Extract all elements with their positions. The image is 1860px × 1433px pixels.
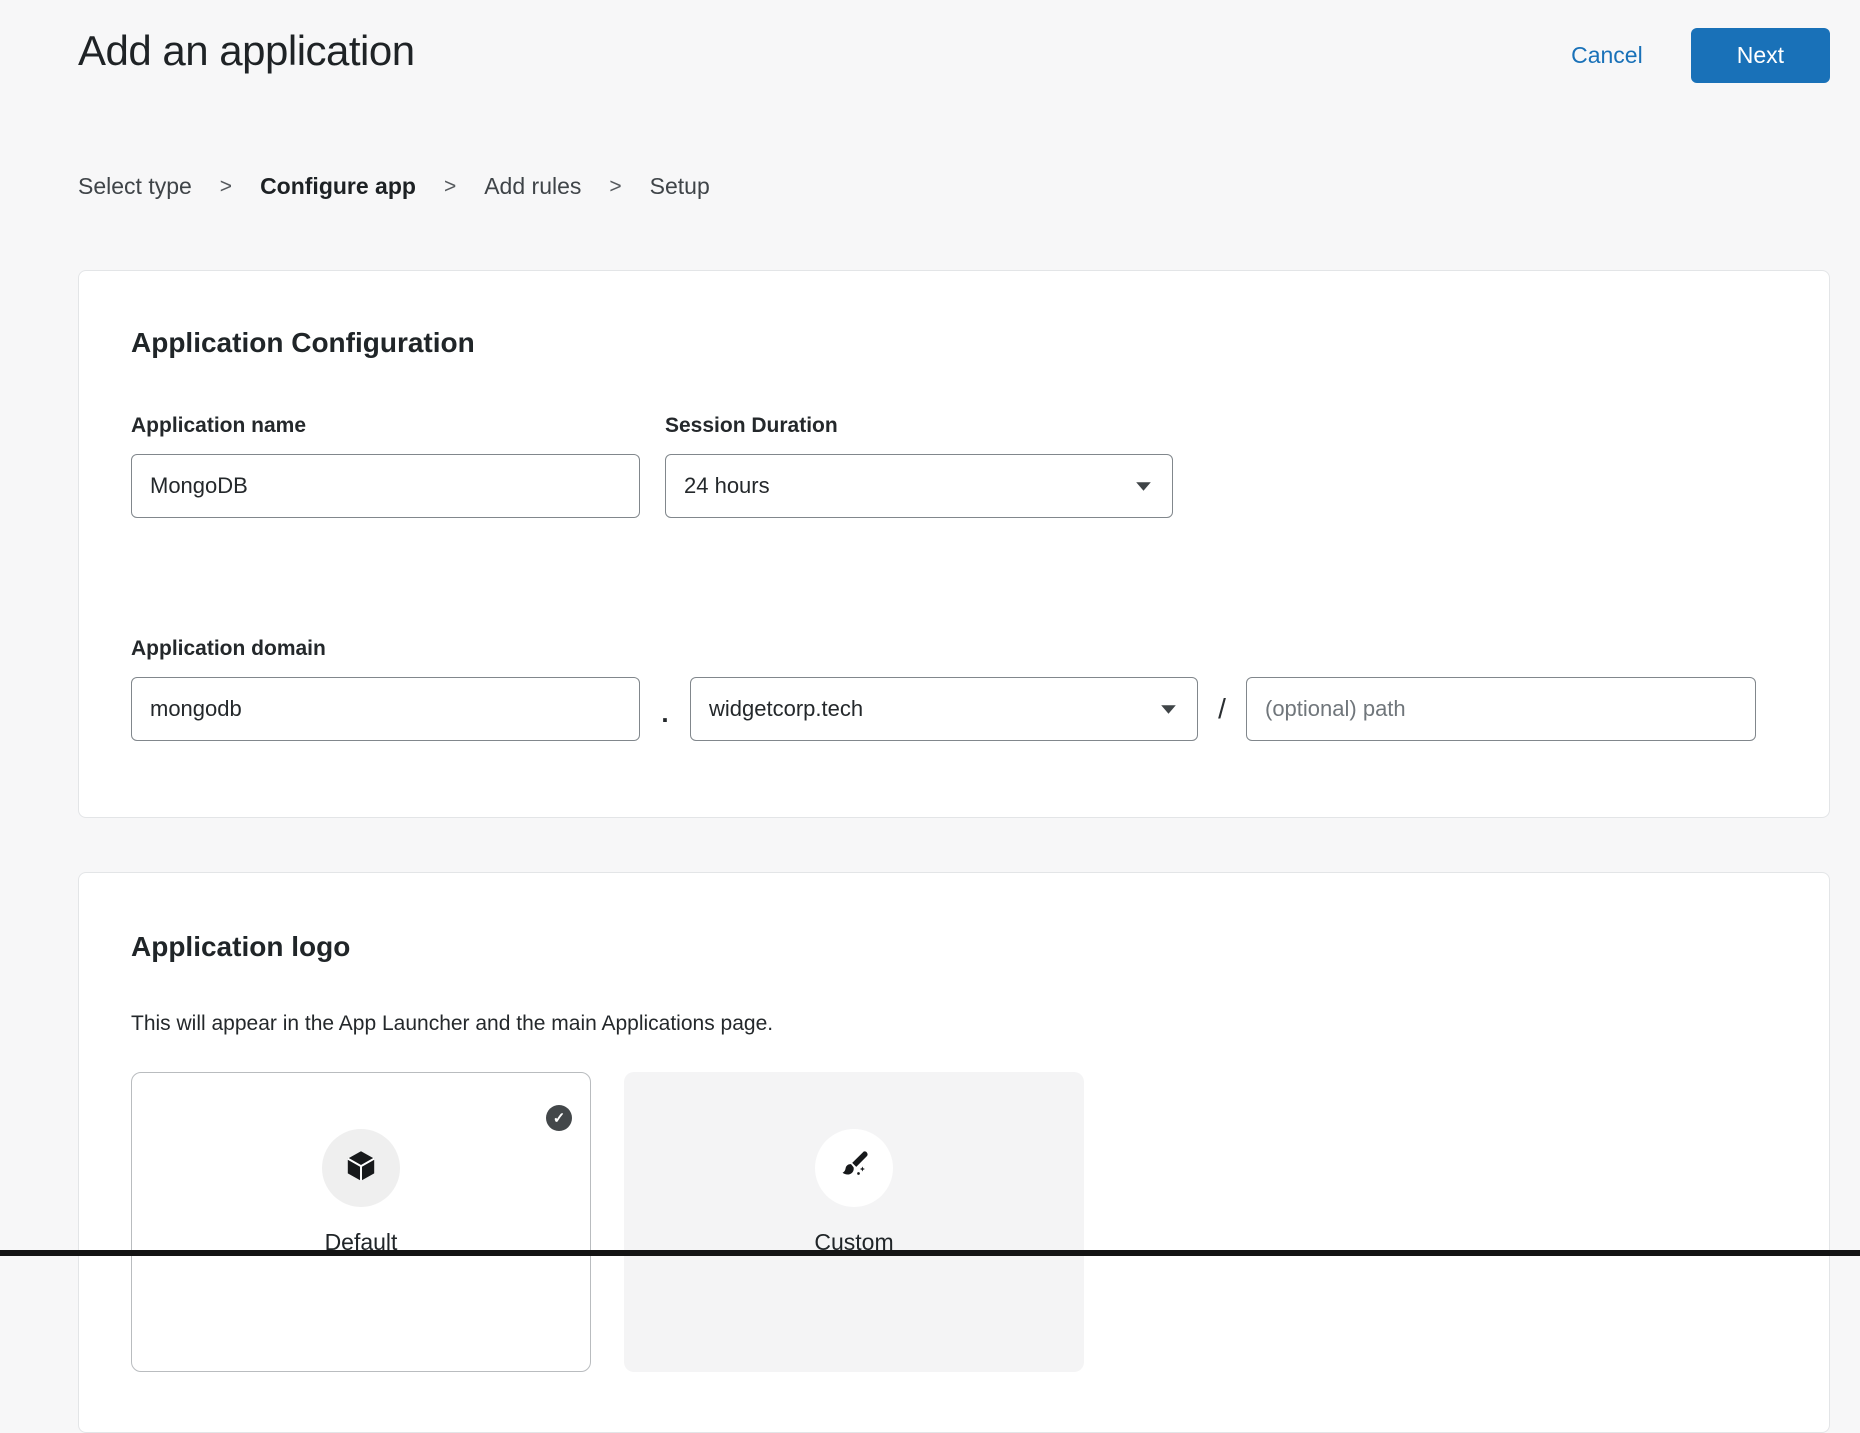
custom-logo-circle xyxy=(815,1129,893,1207)
chevron-down-icon xyxy=(1135,481,1152,492)
application-name-field-group: Application name xyxy=(131,413,640,518)
add-application-page: Add an application Cancel Next Select ty… xyxy=(0,0,1860,1433)
step-setup[interactable]: Setup xyxy=(650,173,710,200)
header-actions: Cancel Next xyxy=(1571,28,1830,83)
step-select-type[interactable]: Select type xyxy=(78,173,192,200)
path-input[interactable] xyxy=(1246,677,1756,741)
next-button[interactable]: Next xyxy=(1691,28,1830,83)
logo-option-custom[interactable]: Custom xyxy=(624,1072,1084,1372)
step-separator-icon: > xyxy=(220,175,232,199)
application-domain-field-group: Application domain . widgetcorp.tech / xyxy=(131,636,1777,741)
subdomain-input[interactable] xyxy=(131,677,640,741)
slash-separator: / xyxy=(1212,693,1232,725)
application-logo-card: Application logo This will appear in the… xyxy=(78,872,1830,1433)
application-configuration-heading: Application Configuration xyxy=(131,327,1777,359)
name-duration-row: Application name Session Duration 24 hou… xyxy=(131,413,1777,518)
domain-select[interactable]: widgetcorp.tech xyxy=(690,677,1198,741)
default-logo-circle xyxy=(322,1129,400,1207)
step-separator-icon: > xyxy=(444,175,456,199)
chevron-down-icon xyxy=(1160,704,1177,715)
logo-option-default[interactable]: ✓ Default xyxy=(131,1072,591,1372)
step-add-rules[interactable]: Add rules xyxy=(484,173,581,200)
paintbrush-icon xyxy=(836,1148,872,1189)
application-logo-description: This will appear in the App Launcher and… xyxy=(131,1011,1777,1036)
selected-check-icon: ✓ xyxy=(546,1105,572,1131)
domain-select-value: widgetcorp.tech xyxy=(709,696,863,722)
application-configuration-card: Application Configuration Application na… xyxy=(78,270,1830,818)
page-title: Add an application xyxy=(78,26,415,76)
session-duration-value: 24 hours xyxy=(684,473,770,499)
application-domain-row: . widgetcorp.tech / xyxy=(131,677,1777,741)
session-duration-field-group: Session Duration 24 hours xyxy=(665,413,1173,518)
session-duration-select[interactable]: 24 hours xyxy=(665,454,1173,518)
wizard-steps: Select type > Configure app > Add rules … xyxy=(78,173,1830,200)
application-name-input[interactable] xyxy=(131,454,640,518)
application-name-label: Application name xyxy=(131,413,640,438)
step-separator-icon: > xyxy=(609,175,621,199)
session-duration-label: Session Duration xyxy=(665,413,1173,438)
dot-separator: . xyxy=(654,698,676,741)
application-domain-label: Application domain xyxy=(131,636,1777,661)
cube-icon xyxy=(343,1148,379,1189)
page-header: Add an application Cancel Next xyxy=(78,0,1830,83)
logo-options: ✓ Default xyxy=(131,1072,1777,1372)
check-glyph: ✓ xyxy=(553,1109,566,1127)
screen-bottom-edge xyxy=(0,1250,1860,1256)
cancel-button[interactable]: Cancel xyxy=(1571,42,1643,69)
application-logo-heading: Application logo xyxy=(131,931,1777,963)
step-configure-app[interactable]: Configure app xyxy=(260,173,416,200)
